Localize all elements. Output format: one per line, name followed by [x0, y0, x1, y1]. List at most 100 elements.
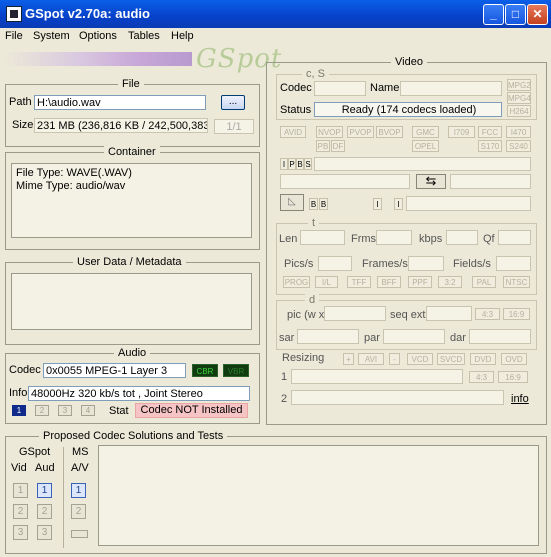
resize-ovd-button[interactable]: OVD	[501, 353, 527, 365]
video-codec-field	[314, 81, 366, 96]
bff-flag: BFF	[377, 276, 401, 288]
aud-label: Aud	[35, 462, 55, 474]
resize-row-2-label: 2	[281, 393, 288, 405]
size-label: Size	[12, 119, 34, 131]
frame-i-right: I	[394, 198, 403, 210]
len-label: Len	[279, 233, 298, 245]
ar-16-9-button[interactable]: 16:9	[503, 308, 530, 320]
vbr-badge: VBR	[223, 364, 249, 377]
gspot-aud-1-button[interactable]: 1	[37, 483, 52, 498]
minimize-button[interactable]: _	[483, 4, 504, 25]
av-label: A/V	[71, 462, 89, 474]
cbr-badge: CBR	[192, 364, 218, 377]
dar-label: dar	[450, 332, 466, 344]
audio-stream-1-button[interactable]: 1	[12, 405, 26, 416]
menu-options[interactable]: Options	[79, 30, 117, 42]
i470-tag: I470	[506, 126, 531, 138]
gspot-vid-3-button[interactable]: 3	[13, 525, 28, 540]
frame-i-left: I	[373, 198, 382, 210]
seq-field	[426, 306, 472, 321]
resize-vcd-button[interactable]: VCD	[407, 353, 433, 365]
video-codec-legend: c, S	[302, 68, 329, 80]
frame-type-b: B	[296, 158, 304, 170]
pics-field	[318, 256, 352, 271]
sar-field	[297, 329, 359, 344]
title-bar[interactable]: GSpot v2.70a: audio _ □ ✕	[0, 0, 551, 28]
info-label: Info	[9, 387, 28, 399]
avid-tag: AVID	[280, 126, 306, 138]
dimensions-legend: d	[305, 294, 320, 306]
pal-flag: PAL	[472, 276, 496, 288]
nvop-tag: NVOP	[316, 126, 343, 138]
audio-info-field[interactable]: 48000Hz 320 kb/s tot , Joint Stereo	[28, 386, 250, 401]
menu-system[interactable]: System	[33, 30, 70, 42]
ms-av-2-button[interactable]: 2	[71, 504, 86, 519]
proposed-results-panel[interactable]	[98, 445, 539, 546]
resize-row-2-field	[291, 390, 504, 405]
resize-4-3-button[interactable]: 4:3	[469, 371, 494, 383]
frame-sequence-field	[314, 157, 531, 171]
audio-stream-2-button[interactable]: 2	[35, 405, 49, 416]
path-field[interactable]: H:\audio.wav	[34, 95, 206, 110]
s240-tag: S240	[506, 140, 531, 152]
audio-stream-4-button[interactable]: 4	[81, 405, 95, 416]
i709-tag: I709	[448, 126, 475, 138]
tff-flag: TFF	[347, 276, 371, 288]
qf-label: Qf	[483, 233, 495, 245]
app-icon	[6, 6, 22, 22]
info-link[interactable]: info	[511, 393, 529, 405]
sar-label: sar	[279, 332, 295, 344]
timing-legend: t	[308, 217, 320, 229]
resize-16-9-button[interactable]: 16:9	[498, 371, 528, 383]
audio-legend: Audio	[114, 347, 151, 359]
container-info-panel[interactable]: File Type: WAVE(.WAV) Mime Type: audio/w…	[11, 163, 252, 238]
seek-arrows-icon[interactable]: ⇆	[416, 174, 446, 189]
par-field	[383, 329, 445, 344]
stat-label: Stat	[109, 405, 129, 417]
vid-label: Vid	[11, 462, 27, 474]
metadata-panel[interactable]	[11, 273, 252, 330]
ntsc-flag: NTSC	[503, 276, 530, 288]
il-flag: I/L	[315, 276, 338, 288]
gspot-vid-2-button[interactable]: 2	[13, 504, 28, 519]
window-title: GSpot v2.70a: audio	[25, 6, 150, 21]
seq-label: seq ext	[390, 309, 426, 321]
pvop-tag: PVOP	[347, 126, 374, 138]
codec-status-badge: Codec NOT Installed	[135, 403, 248, 418]
gspot-aud-2-button[interactable]: 2	[37, 504, 52, 519]
browse-button[interactable]: ...	[221, 95, 245, 110]
audio-codec-field[interactable]: 0x0055 MPEG-1 Layer 3	[43, 363, 186, 378]
graph-icon[interactable]: ◺	[280, 194, 304, 211]
container-legend: Container	[104, 146, 160, 158]
maximize-button[interactable]: □	[505, 4, 526, 25]
video-name-field	[400, 81, 502, 96]
frame-b-right: B	[319, 198, 328, 210]
file-group	[5, 84, 260, 147]
resize-svcd-button[interactable]: SVCD	[437, 353, 465, 365]
resize-plus-button[interactable]: +	[343, 353, 354, 365]
bvop-tag: BVOP	[376, 126, 403, 138]
resize-minus-button[interactable]: -	[389, 353, 400, 365]
menu-tables[interactable]: Tables	[128, 30, 160, 42]
page-indicator: 1/1	[214, 119, 254, 134]
ar-4-3-button[interactable]: 4:3	[475, 308, 500, 320]
fields-label: Fields/s	[453, 258, 491, 270]
s170-tag: S170	[478, 140, 502, 152]
ms-av-1-button[interactable]: 1	[71, 483, 86, 498]
menu-help[interactable]: Help	[171, 30, 194, 42]
gmc-tag: GMC	[412, 126, 439, 138]
frame-right-field	[450, 174, 531, 189]
file-type-text: File Type: WAVE(.WAV)	[16, 167, 132, 179]
gspot-label: GSpot	[19, 446, 51, 458]
audio-stream-3-button[interactable]: 3	[58, 405, 72, 416]
ms-av-3-button[interactable]	[71, 530, 88, 538]
gspot-vid-1-button[interactable]: 1	[13, 483, 28, 498]
menu-file[interactable]: File	[5, 30, 23, 42]
resize-avi-button[interactable]: AVI	[358, 353, 384, 365]
frame-b-left: B	[309, 198, 318, 210]
gspot-aud-3-button[interactable]: 3	[37, 525, 52, 540]
resizing-label: Resizing	[282, 352, 325, 364]
resize-dvd-button[interactable]: DVD	[470, 353, 496, 365]
close-button[interactable]: ✕	[527, 4, 548, 25]
frames-label: Frames/s	[362, 258, 408, 270]
